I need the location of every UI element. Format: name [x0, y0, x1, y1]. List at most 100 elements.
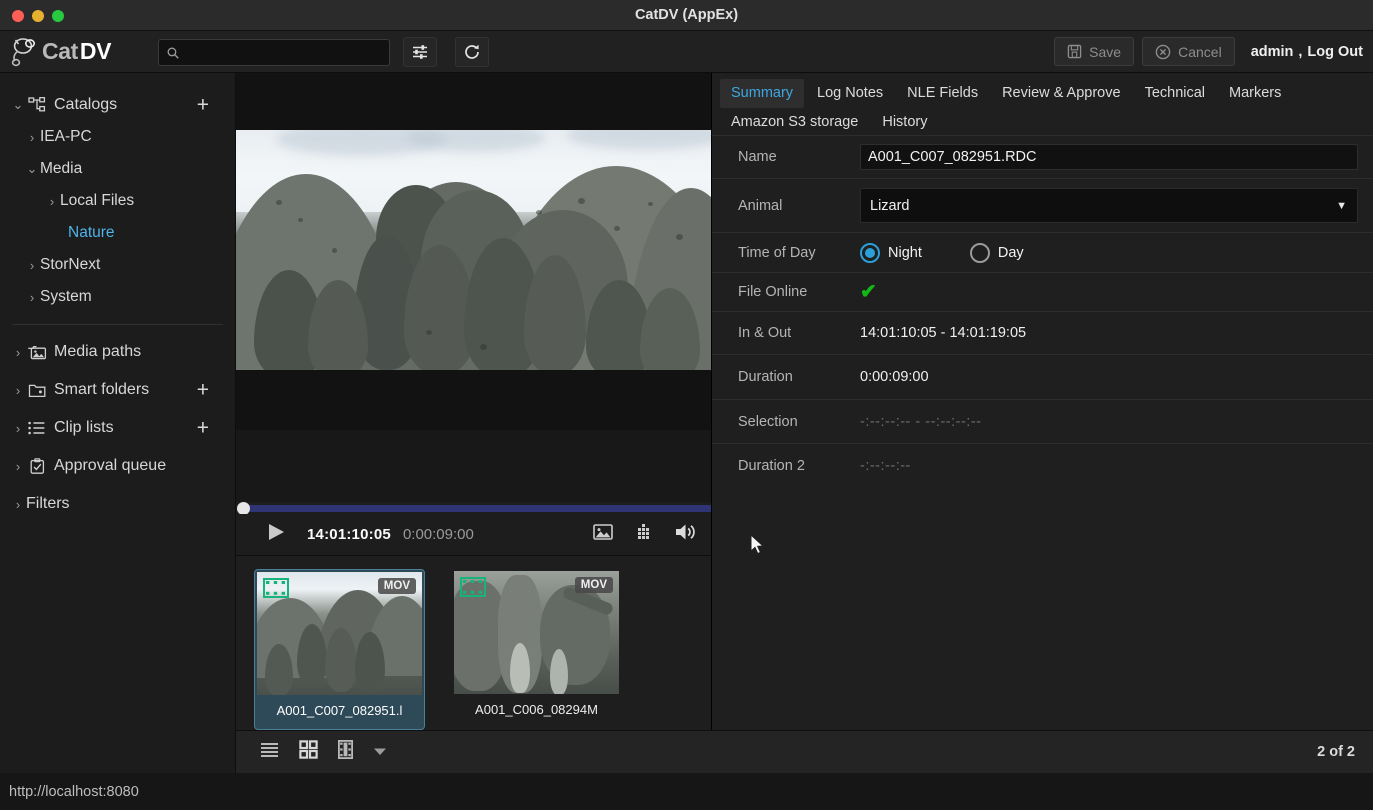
sidebar-item-nature[interactable]: Nature: [0, 217, 235, 249]
tab-nle-fields[interactable]: NLE Fields: [896, 79, 989, 108]
sidebar-item-filters[interactable]: › Filters: [0, 488, 235, 520]
grid-view-button[interactable]: [299, 740, 318, 764]
logout-link[interactable]: Log Out: [1307, 44, 1363, 60]
tab-markers[interactable]: Markers: [1218, 79, 1292, 108]
video-scrubber[interactable]: [236, 502, 711, 515]
field-row-duration: Duration 0:00:09:00: [712, 355, 1373, 400]
chevron-right-icon[interactable]: ›: [24, 130, 40, 145]
field-row-file-online: File Online ✔: [712, 273, 1373, 312]
cancel-button[interactable]: Cancel: [1142, 37, 1235, 66]
radio-day-indicator: [969, 242, 990, 263]
tab-history[interactable]: History: [871, 108, 938, 137]
chevron-right-icon[interactable]: ›: [10, 497, 26, 512]
view-options-dropdown-button[interactable]: [373, 743, 387, 761]
in-and-out-value: 14:01:10:05 - 14:01:19:05: [860, 325, 1027, 341]
search-box[interactable]: [158, 39, 390, 66]
user-separator: ,: [1298, 43, 1303, 60]
sidebar-item-stornext[interactable]: › StorNext: [0, 249, 235, 281]
logo-text-cat: Cat: [42, 37, 78, 64]
animal-dropdown[interactable]: Lizard ▼: [860, 188, 1358, 223]
list-view-button[interactable]: [260, 742, 279, 762]
sidebar-label: Approval queue: [54, 457, 167, 474]
thumbnail-item[interactable]: MOV A001_C007_082951.l: [254, 569, 425, 730]
sidebar-item-clip-lists[interactable]: › Clip lists +: [0, 412, 235, 444]
time-of-day-radio-group: Night Day: [860, 242, 1024, 263]
filmstrip-view-icon: [337, 739, 353, 760]
sidebar-item-media-paths[interactable]: › Media paths: [0, 336, 235, 368]
browser-bottom-bar: 2 of 2: [236, 730, 1373, 773]
cancel-button-label: Cancel: [1178, 43, 1222, 60]
sidebar-label: Filters: [26, 495, 70, 512]
sidebar-item-catalogs[interactable]: ⌄ Catalogs +: [0, 89, 235, 121]
tab-review-approve[interactable]: Review & Approve: [991, 79, 1131, 108]
tab-amazon-s3-storage[interactable]: Amazon S3 storage: [720, 108, 869, 137]
tab-log-notes[interactable]: Log Notes: [806, 79, 894, 108]
sidebar-item-media[interactable]: ⌄ Media: [0, 153, 235, 185]
scrubber-track[interactable]: [242, 505, 711, 512]
clip-count-label: 2 of 2: [1317, 744, 1355, 760]
volume-button[interactable]: [675, 522, 697, 547]
chevron-right-icon[interactable]: ›: [10, 459, 26, 474]
thumbnail-image[interactable]: MOV: [454, 571, 619, 694]
search-input[interactable]: [184, 45, 380, 60]
tab-summary[interactable]: Summary: [720, 79, 805, 108]
play-icon: [269, 524, 284, 540]
chevron-down-icon[interactable]: ⌄: [10, 97, 26, 113]
poster-frame-button[interactable]: [593, 523, 613, 546]
refresh-button[interactable]: [455, 37, 489, 67]
player-duration: 0:00:09:00: [402, 526, 474, 543]
chevron-down-icon[interactable]: ⌄: [24, 161, 40, 177]
media-type-film-icon: [263, 578, 289, 598]
smart-folder-icon: [26, 382, 48, 399]
field-label-duration: Duration: [738, 369, 793, 385]
video-preview-stage[interactable]: [236, 73, 711, 430]
add-clip-list-button[interactable]: +: [197, 418, 209, 439]
field-label-animal: Animal: [738, 197, 783, 214]
cancel-icon: [1155, 44, 1171, 59]
save-button[interactable]: Save: [1054, 37, 1135, 66]
media-format-badge: MOV: [574, 577, 613, 593]
media-paths-icon: [26, 344, 48, 361]
sidebar-label: Media paths: [54, 343, 142, 360]
storyboard-button[interactable]: [635, 523, 653, 546]
status-bar: http://localhost:8080: [0, 773, 1373, 810]
player-controls: 14:01:10:05 0:00:09:00: [236, 514, 711, 556]
tab-technical[interactable]: Technical: [1134, 79, 1216, 108]
list-view-icon: [261, 743, 278, 757]
sidebar-item-system[interactable]: › System: [0, 281, 235, 313]
media-type-film-icon: [460, 577, 486, 597]
sidebar-item-local-files[interactable]: › Local Files: [0, 185, 235, 217]
sidebar-item-iea-pc[interactable]: › IEA-PC: [0, 121, 235, 153]
sidebar-item-smart-folders[interactable]: › Smart folders +: [0, 374, 235, 406]
radio-day-label: Day: [997, 244, 1024, 261]
save-icon: [1067, 44, 1082, 59]
sidebar-label: Catalogs: [54, 96, 118, 113]
file-online-check-icon: ✔: [860, 281, 877, 303]
radio-night[interactable]: Night: [860, 242, 922, 263]
field-row-selection: Selection -:--:--:-- - --:--:--:--: [712, 400, 1373, 444]
add-smart-folder-button[interactable]: +: [197, 380, 209, 401]
name-input[interactable]: A001_C007_082951.RDC: [860, 144, 1358, 170]
center-column: 14:01:10:05 0:00:09:00 MOV A001_C007_082…: [236, 73, 711, 803]
sidebar-item-approval-queue[interactable]: › Approval queue: [0, 450, 235, 482]
catdv-logo-icon: [11, 38, 35, 67]
chevron-right-icon[interactable]: ›: [10, 383, 26, 398]
thumbnail-image[interactable]: MOV: [257, 572, 422, 695]
filmstrip-view-button[interactable]: [337, 739, 353, 764]
sidebar-divider: [12, 324, 223, 325]
filter-settings-button[interactable]: [403, 37, 437, 67]
radio-day[interactable]: Day: [969, 242, 1024, 263]
add-catalog-button[interactable]: +: [197, 95, 209, 116]
chevron-right-icon[interactable]: ›: [44, 194, 60, 209]
chevron-right-icon[interactable]: ›: [24, 258, 40, 273]
play-button[interactable]: [268, 523, 285, 546]
field-row-in-and-out: In & Out 14:01:10:05 - 14:01:19:05: [712, 312, 1373, 355]
chevron-right-icon[interactable]: ›: [10, 421, 26, 436]
left-sidebar: ⌄ Catalogs + › IEA-PC ⌄ Media › Local Fi…: [0, 73, 236, 773]
field-label-selection: Selection: [738, 413, 798, 430]
chevron-right-icon[interactable]: ›: [24, 290, 40, 305]
refresh-icon: [465, 44, 479, 59]
chevron-right-icon[interactable]: ›: [10, 345, 26, 360]
player-right-controls: [593, 522, 697, 547]
thumbnail-item[interactable]: MOV A001_C006_08294M: [451, 569, 622, 730]
